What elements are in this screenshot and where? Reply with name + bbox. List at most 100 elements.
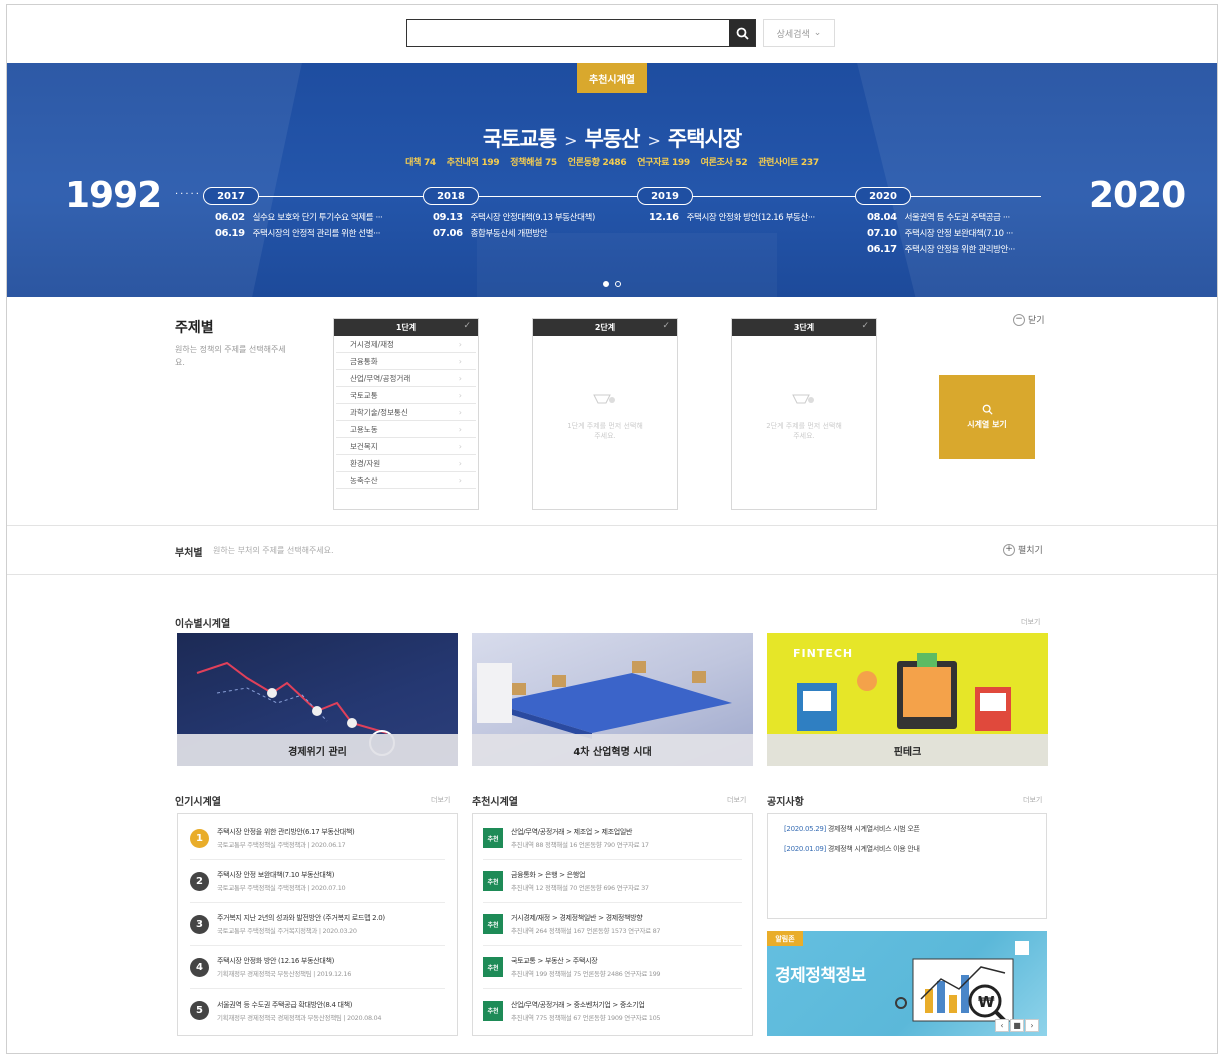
timeline-dots: ····· bbox=[175, 189, 201, 200]
category-item[interactable]: 과학기술/정보통신 bbox=[336, 404, 476, 421]
stat-item: 언론동향 2486 bbox=[567, 158, 627, 168]
category-item[interactable]: 농축수산 bbox=[336, 472, 476, 489]
timeline-event[interactable]: 06.19 주택시장의 안정적 관리를 위한 선별··· bbox=[215, 227, 380, 239]
page-frame: 상세검색 ⌄ 추천시계열 국토교통 > 부동산 > 주택시장 대책 74 추진내역 19… bbox=[6, 4, 1218, 1054]
step3-empty: 2단계 주제를 먼저 선택해 주세요. bbox=[732, 389, 876, 441]
issue-card-fintech[interactable]: FINTECH 핀테크 bbox=[767, 633, 1048, 766]
pause-icon[interactable]: ■ bbox=[1010, 1019, 1024, 1032]
issue-card-caption: 핀테크 bbox=[767, 734, 1048, 766]
rank-badge: 3 bbox=[190, 914, 209, 934]
banner-pager bbox=[603, 281, 621, 287]
banner-stats: 대책 74 추진내역 199 정책해설 75 언론동향 2486 연구자료 19… bbox=[7, 155, 1217, 168]
department-section: 부처별 원하는 부처의 주제를 선택해주세요. + 펼치기 bbox=[7, 525, 1217, 575]
timeline-event[interactable]: 12.16 주택시장 안정화 방안(12.16 부동산··· bbox=[649, 211, 815, 223]
popular-item[interactable]: 1 주택시장 안정을 위한 관리방안(6.17 부동산대책) 국토교통부 주택정책… bbox=[190, 817, 445, 860]
step2-placeholder: 1단계 주제를 먼저 선택해 주세요. bbox=[567, 422, 643, 440]
issue-card-crisis[interactable]: 경제위기 관리 bbox=[177, 633, 458, 766]
recommend-item[interactable]: 추천 금융통화 > 은행 > 은행업 추진내역 12 정책해설 70 언론동향 6… bbox=[483, 860, 742, 903]
timeline-year-2019[interactable]: 2019 bbox=[637, 187, 693, 205]
check-icon: ✓ bbox=[861, 321, 869, 331]
popular-more-link[interactable]: 더보기 bbox=[431, 795, 450, 805]
svg-text:₩: ₩ bbox=[978, 993, 995, 1011]
recommend-item[interactable]: 추천 산업/무역/공정거래 > 중소벤처기업 > 중소기업 추진내역 775 정책… bbox=[483, 989, 742, 1032]
search-input[interactable] bbox=[407, 20, 729, 46]
plus-icon: + bbox=[1003, 543, 1015, 556]
step1-column: 1단계✓ 거시경제/재정금융통화산업/무역/공정거래국토교통과학기술/정보통신고… bbox=[333, 318, 479, 510]
category-item[interactable]: 산업/무역/공정거래 bbox=[336, 370, 476, 387]
category-list: 거시경제/재정금융통화산업/무역/공정거래국토교통과학기술/정보통신고용노동보건… bbox=[334, 336, 478, 489]
notice-list: [2020.05.29] 경제정책 시계열서비스 시범 오픈 [2020.01.… bbox=[767, 813, 1047, 919]
category-item[interactable]: 국토교통 bbox=[336, 387, 476, 404]
timeline-event[interactable]: 08.04 서울권역 등 수도권 주택공급 ··· bbox=[867, 211, 1010, 223]
search-bar bbox=[406, 19, 756, 47]
notice-more-link[interactable]: 더보기 bbox=[1023, 795, 1042, 805]
subject-title: 주제별 bbox=[175, 320, 214, 336]
step1-header: 1단계 ✓ bbox=[334, 319, 478, 336]
view-series-button[interactable]: 시계열 보기 bbox=[939, 375, 1035, 459]
step3-placeholder: 2단계 주제를 먼저 선택해 주세요. bbox=[766, 422, 842, 440]
timeline-event[interactable]: 07.06 종합부동산세 개편방안 bbox=[433, 227, 548, 239]
banner-path-1: 국토교통 bbox=[482, 127, 557, 151]
issue-card-industry4[interactable]: 4차 산업혁명 시대 bbox=[472, 633, 753, 766]
popular-item[interactable]: 5 서울권역 등 수도권 주택공급 확대방안(8.4 대책) 기획재정부 경제정책… bbox=[190, 989, 445, 1032]
recommend-more-link[interactable]: 더보기 bbox=[727, 795, 746, 805]
search-button[interactable] bbox=[729, 20, 755, 46]
timeline-event[interactable]: 09.13 주택시장 안정대책(9.13 부동산대책) bbox=[433, 211, 595, 223]
category-item[interactable]: 금융통화 bbox=[336, 353, 476, 370]
chart-magnifier-icon: ₩ bbox=[895, 941, 1029, 1025]
popular-item[interactable]: 3 주거복지 지난 2년의 성과와 발전방안 (주거복지 로드맵 2.0) 국토교… bbox=[190, 903, 445, 946]
pager-dot-1[interactable] bbox=[603, 281, 609, 287]
category-item[interactable]: 환경/자원 bbox=[336, 455, 476, 472]
search-icon bbox=[736, 27, 749, 40]
timeline-event[interactable]: 06.17 주택시장 안정을 위한 관리방안··· bbox=[867, 243, 1015, 255]
category-item[interactable]: 거시경제/재정 bbox=[336, 336, 476, 353]
chevron-down-icon: ⌄ bbox=[813, 28, 822, 38]
rank-badge: 1 bbox=[190, 828, 209, 848]
category-item[interactable]: 보건복지 bbox=[336, 438, 476, 455]
pager-dot-2[interactable] bbox=[615, 281, 621, 287]
timeline-line bbox=[203, 196, 1041, 197]
prev-arrow-icon[interactable]: ‹ bbox=[995, 1019, 1009, 1032]
department-description: 원하는 부처의 주제를 선택해주세요. bbox=[213, 546, 334, 555]
issues-title: 이슈별시계열 bbox=[175, 619, 231, 630]
recommend-item[interactable]: 추천 거시경제/재정 > 경제정책일반 > 경제정책방향 추진내역 264 정책해… bbox=[483, 903, 742, 946]
department-title: 부처별 bbox=[175, 548, 203, 559]
issues-more-link[interactable]: 더보기 bbox=[1021, 617, 1040, 627]
stat-item: 여론조사 52 bbox=[700, 158, 748, 168]
timeline-year-2020[interactable]: 2020 bbox=[855, 187, 911, 205]
featured-banner[interactable]: 추천시계열 국토교통 > 부동산 > 주택시장 대책 74 추진내역 199 정책해설 … bbox=[7, 63, 1217, 297]
timeline-year-2018[interactable]: 2018 bbox=[423, 187, 479, 205]
recommend-badge: 추천 bbox=[483, 828, 503, 848]
stat-item: 관련사이트 237 bbox=[758, 158, 819, 168]
stat-item: 대책 74 bbox=[405, 158, 436, 168]
popular-item[interactable]: 4 주택시장 안정화 방안 (12.16 부동산대책) 기획재정부 경제정책국 부… bbox=[190, 946, 445, 989]
notice-zone-banner[interactable]: 알림존 경제정책정보 ₩ ‹ ■ › bbox=[767, 931, 1047, 1036]
advanced-search-label: 상세검색 bbox=[776, 29, 810, 40]
recommend-item[interactable]: 추천 국토교통 > 부동산 > 주택시장 추진내역 199 정책해설 75 언론동… bbox=[483, 946, 742, 989]
timeline-year-2017[interactable]: 2017 bbox=[203, 187, 259, 205]
timeline-event[interactable]: 07.10 주택시장 안정 보완대책(7.10 ··· bbox=[867, 227, 1013, 239]
step3-header: 3단계 ✓ bbox=[732, 319, 876, 336]
recommend-badge: 추천 bbox=[483, 1000, 503, 1021]
popular-list: 1 주택시장 안정을 위한 관리방안(6.17 부동산대책) 국토교통부 주택정책… bbox=[177, 813, 458, 1036]
notice-item[interactable]: [2020.05.29] 경제정책 시계열서비스 시범 오픈 bbox=[784, 824, 1046, 834]
notice-zone-title: 경제정책정보 bbox=[775, 966, 866, 986]
rank-badge: 2 bbox=[190, 871, 209, 891]
pointer-icon bbox=[792, 394, 814, 404]
subject-close-button[interactable]: − 닫기 bbox=[1013, 313, 1045, 326]
notice-item[interactable]: [2020.01.09] 경제정책 시계열서비스 이용 안내 bbox=[784, 844, 1046, 854]
issue-card-caption: 4차 산업혁명 시대 bbox=[472, 734, 753, 766]
department-expand-button[interactable]: + 펼치기 bbox=[1003, 543, 1043, 556]
step2-column: 2단계 ✓ 1단계 주제를 먼저 선택해 주세요. bbox=[532, 318, 678, 510]
advanced-search-button[interactable]: 상세검색 ⌄ bbox=[763, 19, 835, 47]
timeline-event[interactable]: 06.02 실수요 보호와 단기 투기수요 억제를 ··· bbox=[215, 211, 383, 223]
recommend-badge: 추천 bbox=[483, 957, 503, 977]
timeline-end-year: 2020 bbox=[1089, 175, 1186, 216]
notice-zone-tag: 알림존 bbox=[767, 931, 803, 946]
notice-title: 공지사항 bbox=[767, 797, 804, 808]
category-item[interactable]: 고용노동 bbox=[336, 421, 476, 438]
recommend-item[interactable]: 추천 산업/무역/공정거래 > 제조업 > 제조업일반 추진내역 88 정책해설 … bbox=[483, 817, 742, 860]
check-icon: ✓ bbox=[463, 321, 471, 331]
popular-item[interactable]: 2 주택시장 안정 보완대책(7.10 부동산대책) 국토교통부 주택정책실 주택… bbox=[190, 860, 445, 903]
next-arrow-icon[interactable]: › bbox=[1025, 1019, 1039, 1032]
